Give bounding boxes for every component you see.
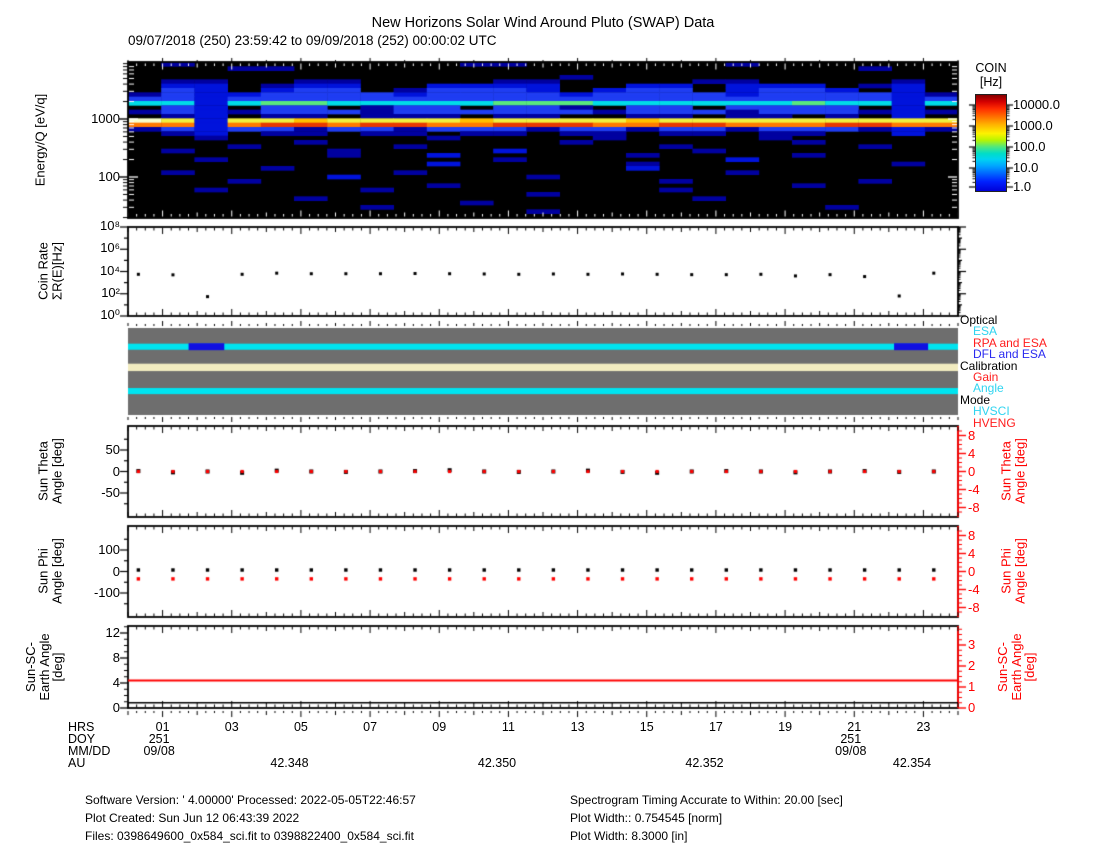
hour-tick-label: 05 [293,720,308,734]
phi-left-axis-label: Sun Phi Angle [deg] [35,538,65,604]
theta-left-axis-label: Sun Theta Angle [deg] [35,438,65,504]
swap-plot-page: New Horizons Solar Wind Around Pluto (SW… [0,0,1100,850]
theta-right-axis-label: Sun Theta Angle [deg] [998,438,1028,504]
au-value-label: 42.354 [892,756,932,770]
earth-right-ytick-label: 1 [968,679,976,694]
earth-left-ytick-label: 4 [112,675,120,690]
energy-ytick-label: 100 [98,169,120,184]
footer-plot-created: Plot Created: Sun Jun 12 06:43:39 2022 [85,811,300,825]
theta-right-line2: Angle [deg] [1012,438,1027,504]
au-row-header: AU [68,756,86,770]
earth-right-line3: [deg] [1021,652,1037,682]
theta-left-line1: Sun Theta [35,441,51,501]
hour-tick-label: 17 [708,720,723,734]
earth-right-line1: Sun-SC- [994,642,1010,692]
phi-left-ytick-label: 100 [98,542,120,557]
energy-ytick-label: 1000 [91,111,120,126]
hour-tick-label: 11 [501,720,515,734]
earth-right-ytick-label: 3 [968,637,976,652]
coin-axis-label: Coin Rate ΣR(E)[Hz] [35,242,65,300]
colorbar-tick-label: 1.0 [1013,179,1032,194]
phi-right-axis-label: Sun Phi Angle [deg] [998,538,1028,604]
earth-right-axis-label: Sun-SC- Earth Angle [deg] [994,633,1037,701]
hour-tick-label: 23 [916,720,931,734]
earth-left-ytick-label: 12 [105,625,120,640]
earth-left-line2: Earth Angle [36,633,52,701]
phi-right-line2: Angle [deg] [1012,538,1027,604]
colorbar [975,94,1007,192]
colorbar-title-line1: COIN [975,61,1007,75]
theta-right-ytick-label: -8 [968,499,980,515]
hour-tick-label: 07 [363,720,378,734]
footer-timing-accuracy: Spectrogram Timing Accurate to Within: 2… [570,793,843,807]
colorbar-tick-label: 10000.0 [1013,97,1060,112]
phi-right-ytick-label: -8 [968,599,980,615]
theta-right-line1: Sun Theta [998,441,1014,501]
phi-right-ytick-label: 0 [968,563,976,579]
theta-right-ytick-label: -4 [968,481,980,497]
phi-right-ytick-label: 8 [968,527,976,543]
coin-axis-label-line1: Coin Rate [35,242,51,300]
phi-right-ytick-label: -4 [968,581,980,597]
hour-tick-label: 03 [224,720,239,734]
coin-ytick-label: 10⁸ [100,218,120,233]
theta-left-line2: Angle [deg] [49,438,64,504]
plot-subtitle: 09/07/2018 (250) 23:59:42 to 09/09/2018 … [128,33,497,48]
au-value-label: 42.350 [477,756,517,770]
earth-left-line3: [deg] [49,652,65,682]
status-legend: Optical ESA RPA and ESA DFL and ESA Calibrat… [960,314,1047,429]
au-value-label: 42.352 [685,756,724,770]
earth-left-ytick-label: 8 [112,650,120,665]
phi-right-ytick-label: 4 [968,545,976,561]
coin-ytick-label: 10⁶ [100,240,120,256]
theta-right-ytick-label: 8 [968,427,976,443]
phi-left-line1: Sun Phi [35,548,51,594]
mmdd-value-label: 09/08 [835,744,867,758]
plot-title: New Horizons Solar Wind Around Pluto (SW… [371,15,715,31]
theta-left-ytick-label: 50 [105,442,120,457]
au-value-label: 42.348 [270,756,309,770]
colorbar-tick-label: 1000.0 [1013,118,1053,133]
earth-left-axis-label: Sun-SC- Earth Angle [deg] [22,633,65,701]
coin-ytick-label: 10² [101,284,120,300]
footer-plot-width-norm: Plot Width:: 0.754545 [norm] [570,811,723,825]
footer-plot-width-in: Plot Width: 8.3000 [in] [570,829,688,843]
colorbar-title-line2: [Hz] [979,74,1003,89]
earth-right-line2: Earth Angle [1008,633,1024,701]
footer-files: Files: 0398649600_0x584_sci.fit to 03988… [85,829,414,843]
phi-left-ytick-label: 0 [112,563,120,579]
hour-tick-label: 13 [570,720,585,734]
earth-left-ytick-label: 0 [112,700,120,715]
earth-left-line1: Sun-SC- [22,642,38,692]
theta-right-ytick-label: 0 [968,463,976,479]
phi-left-ytick-label: -100 [93,585,120,600]
earth-right-ytick-label: 2 [968,658,976,673]
colorbar-title: COIN [Hz] [975,61,1007,89]
mmdd-value-label: 09/08 [143,744,175,758]
hour-tick-label: 15 [639,720,654,734]
hour-tick-label: 09 [432,720,447,734]
energy-axis-label: Energy/Q [eV/q] [32,93,48,187]
footer-software-version: Software Version: ' 4.00000' Processed: … [85,793,416,807]
hour-tick-label: 19 [778,720,793,734]
colorbar-tick-label: 100.0 [1013,139,1046,154]
theta-right-ytick-label: 4 [968,445,976,461]
phi-right-line1: Sun Phi [998,548,1014,594]
phi-left-line2: Angle [deg] [49,538,64,604]
coin-ytick-label: 10⁴ [99,262,120,278]
theta-left-ytick-label: 0 [112,463,120,479]
theta-left-ytick-label: -50 [101,485,120,500]
colorbar-tick-label: 10.0 [1013,160,1039,175]
earth-right-ytick-label: 0 [968,700,976,715]
coin-ytick-label: 10⁰ [100,307,120,322]
coin-axis-label-line2: ΣR(E)[Hz] [49,242,64,300]
